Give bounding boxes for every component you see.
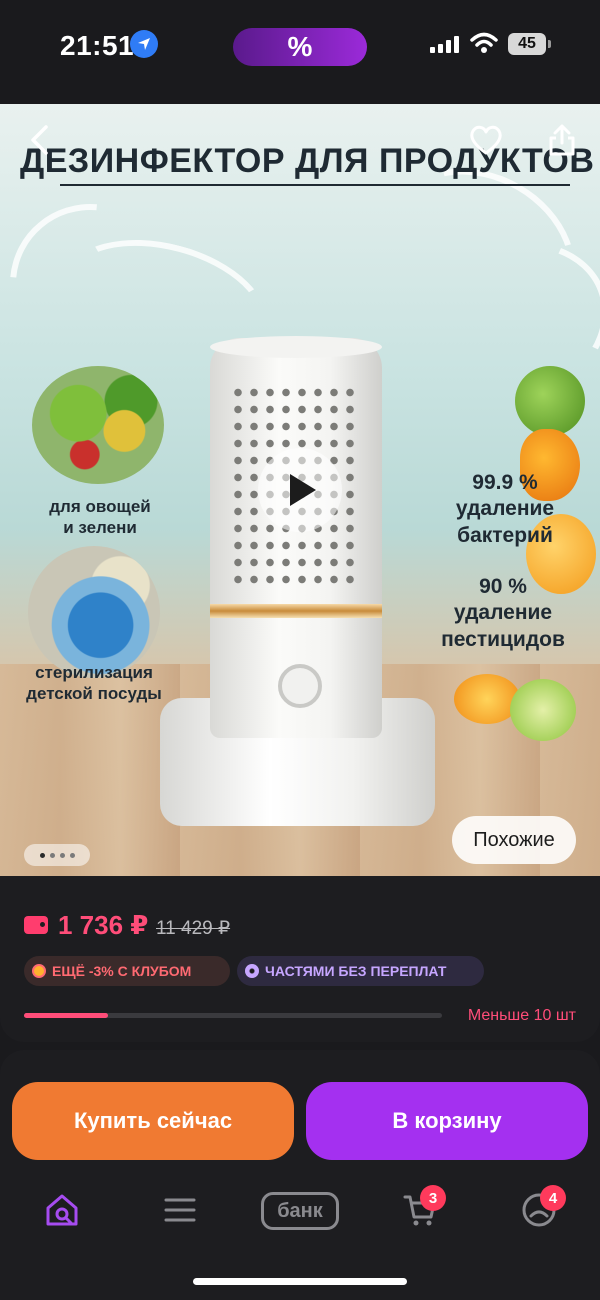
bacteria-stat: 99.9 % удаление бактерий	[455, 471, 555, 547]
tab-catalog[interactable]	[158, 1188, 202, 1232]
location-arrow-icon	[130, 30, 158, 58]
pager-dot[interactable]	[39, 852, 45, 858]
pesticides-stat: 90 % удаление пестицидов	[441, 575, 565, 651]
vegetables-photo	[32, 366, 164, 484]
status-time: 21:51	[60, 30, 135, 61]
club-discount-label: ЕЩЁ -3% С КЛУБОМ	[52, 963, 192, 979]
home-indicator[interactable]	[193, 1278, 407, 1285]
cellular-signal-icon	[430, 35, 459, 53]
vegetables-caption: для овощей и зелени	[49, 497, 151, 538]
product-image-carousel[interactable]: ДЕЗИНФЕКТОР ДЛЯ ПРОДУКТОВ для овощей и з…	[0, 104, 600, 876]
favorite-heart-icon[interactable]	[466, 120, 506, 160]
installments-label: ЧАСТЯМИ БЕЗ ПЕРЕПЛАТ	[265, 963, 447, 979]
price-card: 1 736 ₽ 11 429 ₽ ЕЩЁ -3% С КЛУБОМ ЧАСТЯМ…	[0, 876, 600, 1042]
share-icon[interactable]	[542, 120, 582, 160]
add-to-cart-button[interactable]: В корзину	[306, 1082, 588, 1160]
wifi-icon	[470, 32, 498, 59]
hero-gap	[0, 92, 600, 104]
similar-products-button[interactable]: Похожие	[452, 816, 576, 864]
stock-remaining-text: Меньше 10 шт	[467, 1007, 576, 1024]
club-star-icon	[32, 964, 46, 978]
buy-now-button[interactable]: Купить сейчас	[12, 1082, 294, 1160]
carousel-pager[interactable]	[24, 844, 90, 866]
kids-dishes-photo	[28, 546, 160, 678]
profile-notification-badge: 4	[540, 1185, 566, 1211]
cart-count-badge: 3	[420, 1185, 446, 1211]
installments-flower-icon	[245, 964, 259, 978]
dishes-caption: стерилизация детской посуды	[26, 663, 162, 704]
installments-chip[interactable]: ЧАСТЯМИ БЕЗ ПЕРЕПЛАТ	[237, 956, 484, 986]
pager-dot[interactable]	[69, 852, 75, 858]
menu-lines-icon	[164, 1198, 196, 1222]
home-search-icon	[46, 1194, 78, 1226]
lime-decor	[515, 366, 585, 436]
current-price: 1 736 ₽	[58, 910, 149, 940]
wallet-icon	[24, 916, 48, 934]
tab-bank[interactable]: банк	[261, 1192, 339, 1230]
back-chevron-icon[interactable]	[20, 120, 60, 160]
status-bar: 21:51 % 45	[0, 0, 600, 92]
device-gold-ring	[210, 604, 382, 618]
old-price: 11 429 ₽	[156, 918, 231, 939]
tab-home-search[interactable]	[40, 1188, 84, 1232]
dynamic-island-percent[interactable]: %	[233, 28, 367, 66]
lime-slice-decor	[510, 679, 576, 741]
play-video-button[interactable]	[258, 448, 342, 532]
stock-progress-fill	[24, 1013, 108, 1018]
stock-progress-bar	[24, 1013, 442, 1018]
battery-indicator: 45	[508, 33, 551, 55]
device-power-button	[278, 664, 322, 708]
pager-dot[interactable]	[59, 852, 65, 858]
pager-dot[interactable]	[49, 852, 55, 858]
headline-underline	[60, 184, 570, 186]
bottom-panel: Купить сейчас В корзину	[0, 1050, 600, 1300]
device-top	[210, 336, 382, 358]
club-discount-chip[interactable]: ЕЩЁ -3% С КЛУБОМ	[24, 956, 230, 986]
